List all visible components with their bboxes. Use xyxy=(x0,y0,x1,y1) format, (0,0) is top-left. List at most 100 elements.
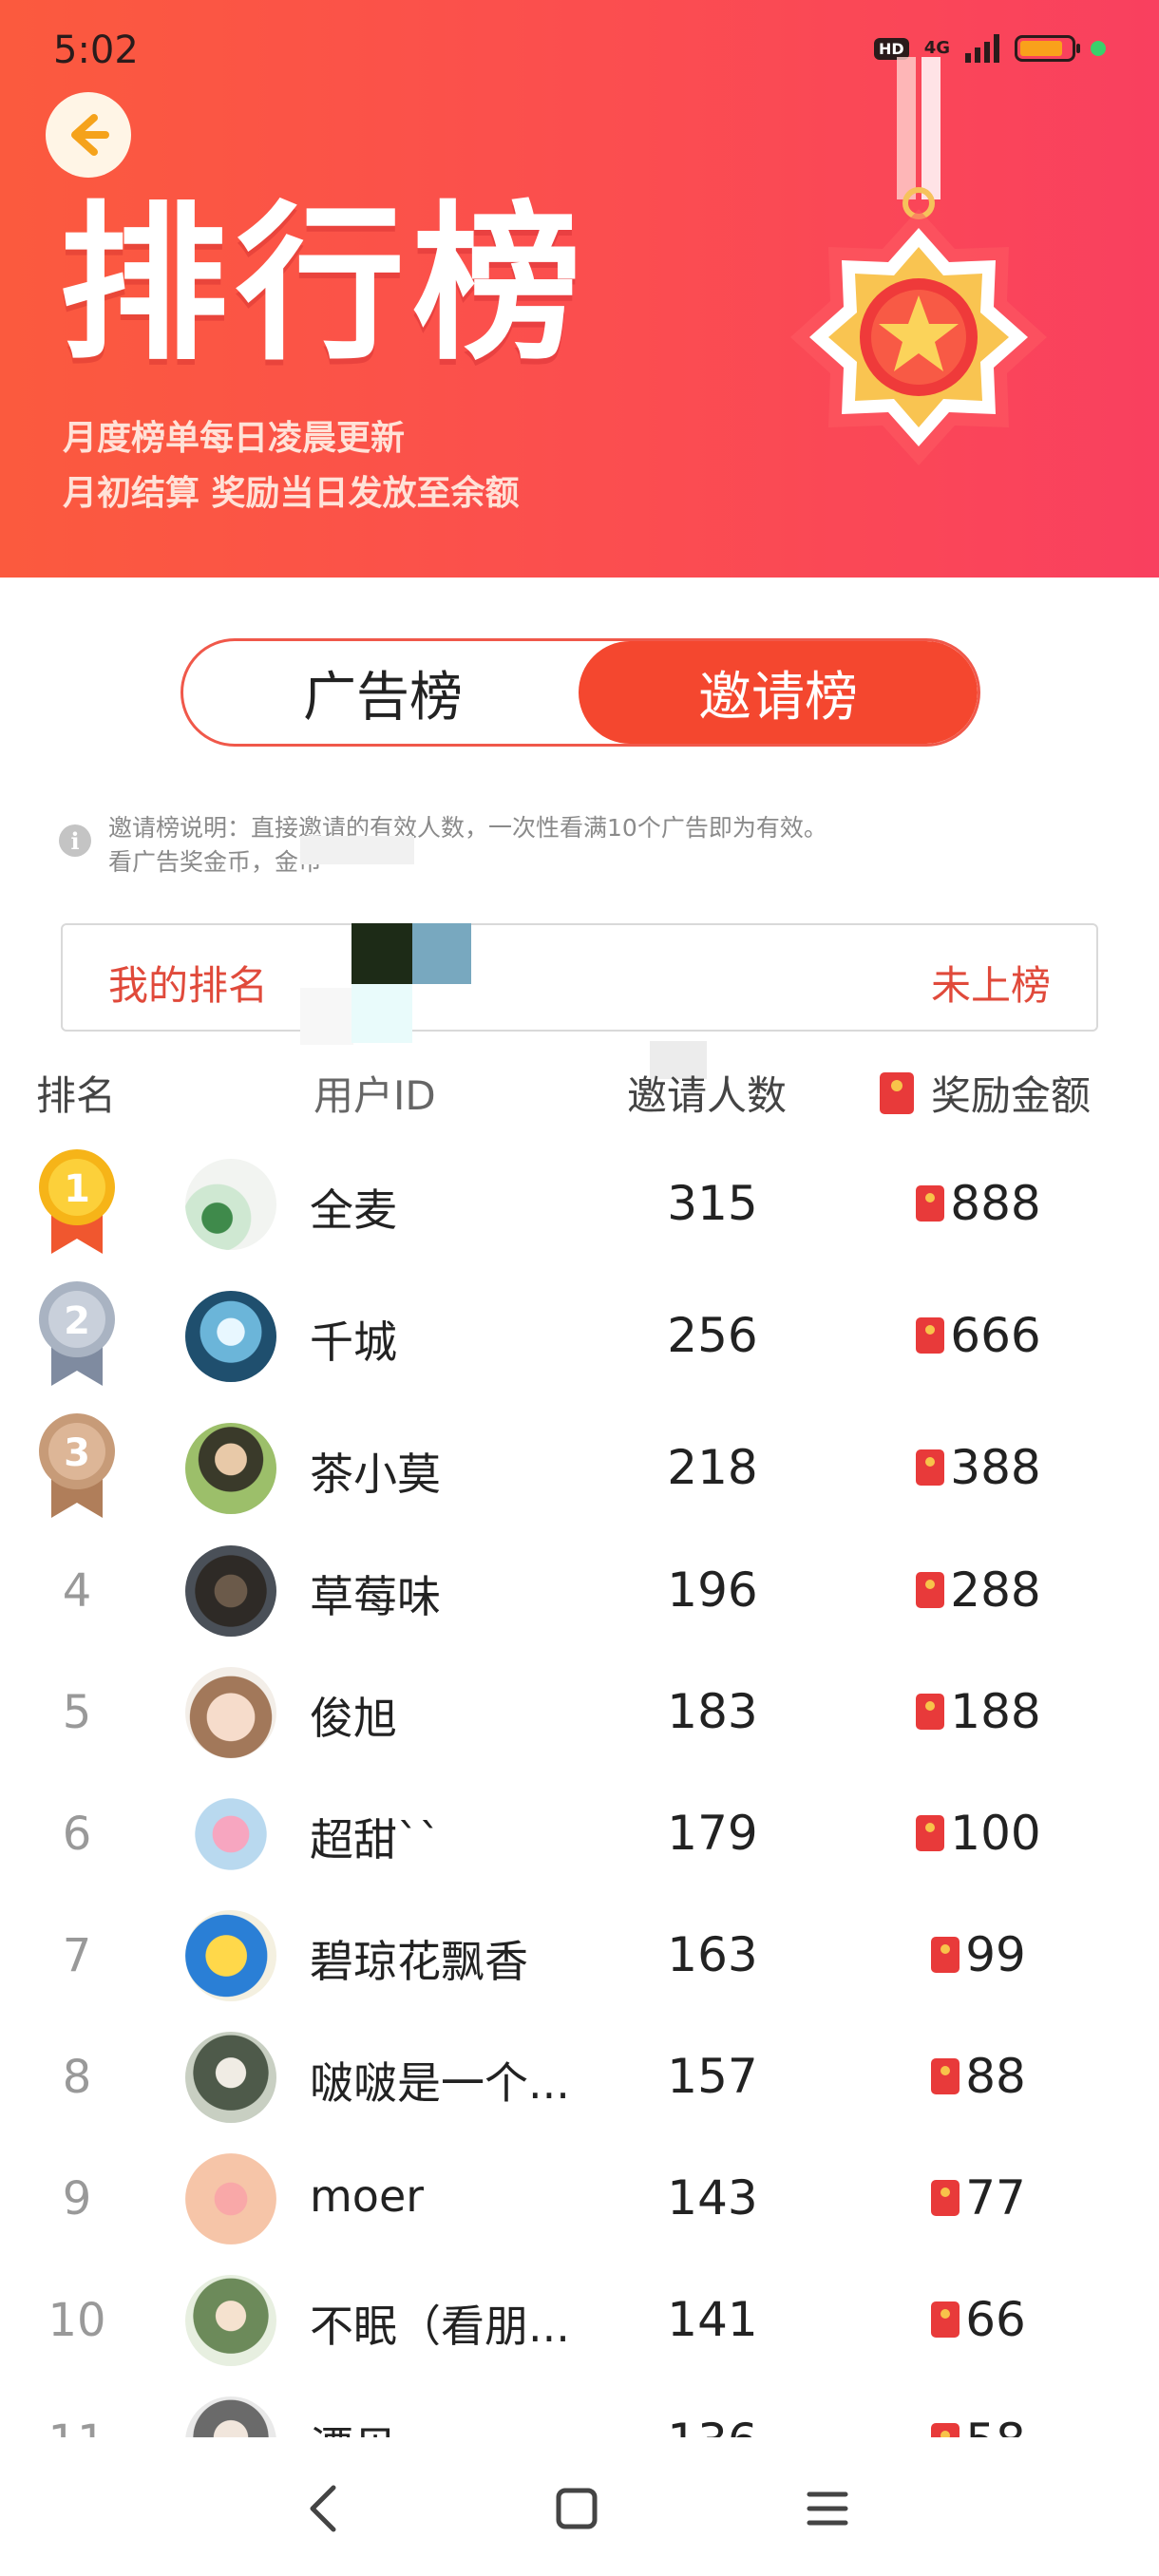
red-packet-icon xyxy=(916,1572,945,1608)
tab-invite-ranking[interactable]: 邀请榜 xyxy=(579,641,978,744)
red-packet-icon xyxy=(931,2301,960,2338)
mosaic-block xyxy=(412,923,471,984)
table-row[interactable]: 10 不眠（看朋... 141 66 xyxy=(0,2256,1159,2379)
invite-count: 179 xyxy=(667,1806,758,1861)
nav-back-button[interactable] xyxy=(291,2475,357,2542)
avatar[interactable] xyxy=(185,1789,276,1880)
reward-value: 66 xyxy=(965,2292,1026,2347)
chevron-left-icon xyxy=(310,2485,336,2532)
invite-count: 256 xyxy=(667,1308,758,1363)
rank-number: 11 xyxy=(38,2415,116,2437)
column-header-reward: 奖励金额 xyxy=(880,1064,1091,1122)
nav-menu-button[interactable] xyxy=(794,2475,861,2542)
user-name: 草莓味 xyxy=(310,1571,441,1622)
reward-value: 666 xyxy=(950,1308,1041,1363)
reward-value: 58 xyxy=(965,2414,1026,2437)
column-header-invite-count: 邀请人数 xyxy=(627,1072,788,1119)
table-row[interactable]: 5 俊旭 183 188 xyxy=(0,1648,1159,1771)
reward-amount: 99 xyxy=(884,1927,1074,1982)
my-rank-label: 我的排名 xyxy=(108,962,269,1009)
subtitle-settlement: 月初结算 奖励当日发放至余额 xyxy=(63,474,520,513)
avatar[interactable] xyxy=(185,1910,276,2001)
invite-count: 196 xyxy=(667,1563,758,1618)
invite-count: 218 xyxy=(667,1440,758,1495)
reward-value: 99 xyxy=(965,1927,1026,1982)
table-row[interactable]: 9 moer 143 77 xyxy=(0,2134,1159,2258)
subtitle-update: 月度榜单每日凌晨更新 xyxy=(63,419,406,458)
leaderboard-tabs: 广告榜 邀请榜 xyxy=(180,638,980,747)
red-packet-icon xyxy=(916,1317,945,1354)
table-row[interactable]: 2 千城 256 666 xyxy=(0,1272,1159,1395)
rank-number: 7 xyxy=(62,1929,92,1982)
mosaic-block xyxy=(352,984,412,1043)
back-button[interactable] xyxy=(46,92,131,178)
my-rank-status: 未上榜 xyxy=(930,962,1051,1009)
leaderboard-list[interactable]: 1 全麦 315 888 2 千城 256 666 3 茶小莫 218 388 … xyxy=(0,1140,1159,2437)
red-packet-icon xyxy=(916,1815,945,1851)
user-name: 不眠（看朋... xyxy=(310,2301,570,2352)
my-rank-card: 我的排名 未上榜 xyxy=(61,923,1098,1032)
user-name: 茶小莫 xyxy=(310,1449,441,1500)
table-row[interactable]: 3 茶小莫 218 388 xyxy=(0,1404,1159,1527)
avatar[interactable] xyxy=(185,2396,276,2437)
svg-text:1: 1 xyxy=(64,1167,90,1211)
column-header-rank: 排名 xyxy=(36,1072,117,1119)
table-row[interactable]: 4 草莓味 196 288 xyxy=(0,1526,1159,1650)
user-name: 俊旭 xyxy=(310,1693,397,1744)
user-name: 千城 xyxy=(310,1316,397,1368)
table-row[interactable]: 11 漂贝 136 58 xyxy=(0,2377,1159,2437)
menu-icon xyxy=(807,2491,848,2526)
invite-rule-note: 邀请榜说明：直接邀请的有效人数，一次性看满10个广告即为有效。 xyxy=(108,814,827,842)
avatar[interactable] xyxy=(185,1291,276,1382)
avatar[interactable] xyxy=(185,2275,276,2366)
tab-ad-ranking[interactable]: 广告榜 xyxy=(183,641,582,744)
rank-number: 6 xyxy=(62,1808,92,1861)
reward-value: 88 xyxy=(965,2049,1026,2104)
reward-amount: 188 xyxy=(884,1684,1074,1739)
avatar[interactable] xyxy=(185,1667,276,1758)
status-time: 5:02 xyxy=(53,28,139,72)
reward-value: 188 xyxy=(950,1684,1041,1739)
arrow-left-icon xyxy=(71,114,109,156)
system-nav-bar xyxy=(0,2441,1159,2576)
column-header-reward-label: 奖励金额 xyxy=(931,1072,1092,1119)
invite-count: 163 xyxy=(667,1927,758,1982)
reward-amount: 388 xyxy=(884,1440,1074,1495)
reward-amount: 100 xyxy=(884,1806,1074,1861)
table-row[interactable]: 7 碧琼花飘香 163 99 xyxy=(0,1891,1159,2015)
reward-value: 288 xyxy=(950,1563,1041,1618)
square-home-icon xyxy=(556,2488,598,2529)
network-type: 4G xyxy=(923,38,950,58)
rank-number: 8 xyxy=(62,2051,92,2104)
table-row[interactable]: 1 全麦 315 888 xyxy=(0,1140,1159,1263)
reward-value: 100 xyxy=(950,1806,1041,1861)
user-name: moer xyxy=(310,2170,425,2222)
invite-count: 157 xyxy=(667,2049,758,2104)
invite-count: 143 xyxy=(667,2170,758,2226)
reward-amount: 88 xyxy=(884,2049,1074,2104)
avatar[interactable] xyxy=(185,1423,276,1514)
avatar[interactable] xyxy=(185,2153,276,2245)
column-header-user-id: 用户ID xyxy=(314,1072,436,1119)
reward-amount: 288 xyxy=(884,1563,1074,1618)
reward-value: 77 xyxy=(965,2170,1026,2226)
invite-count: 136 xyxy=(627,2414,798,2437)
silver-medal-icon: 2 xyxy=(39,1281,115,1386)
table-row[interactable]: 8 啵啵是一个... 157 88 xyxy=(0,2013,1159,2136)
avatar[interactable] xyxy=(185,1545,276,1637)
reward-amount: 58 xyxy=(884,2414,1074,2437)
nav-home-button[interactable] xyxy=(543,2475,610,2542)
mosaic-block xyxy=(300,836,414,864)
page-title: 排行榜 xyxy=(59,186,589,383)
avatar[interactable] xyxy=(185,2032,276,2123)
table-row[interactable]: 6 超甜`` 179 100 xyxy=(0,1770,1159,1893)
rank-number: 9 xyxy=(62,2172,92,2226)
avatar[interactable] xyxy=(185,1159,276,1250)
reward-value: 388 xyxy=(950,1440,1041,1495)
mosaic-block xyxy=(300,988,353,1045)
red-packet-icon xyxy=(916,1449,945,1486)
invite-count: 141 xyxy=(667,2292,758,2347)
rank-number: 10 xyxy=(48,2294,106,2347)
mosaic-block xyxy=(352,923,412,984)
reward-amount: 77 xyxy=(884,2170,1074,2226)
